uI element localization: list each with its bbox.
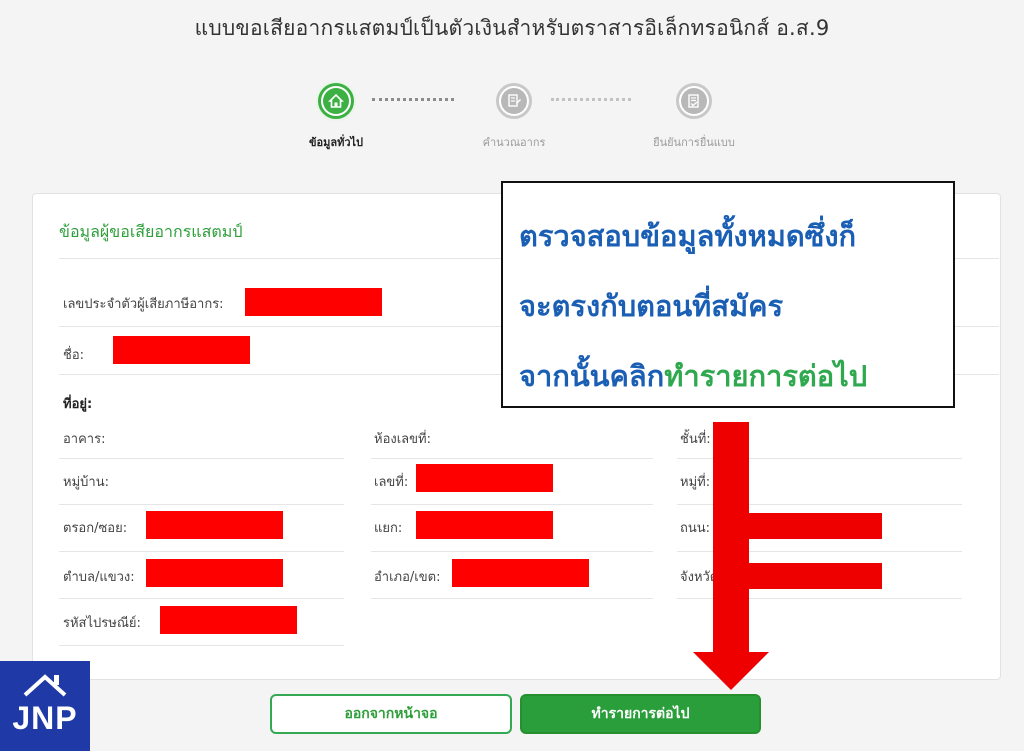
district-label: อำเภอ/เขต: — [374, 570, 441, 585]
step-connector — [372, 98, 454, 103]
progress-stepper: ข้อมูลทั่วไป คำนวณอากร ยืนยันการยื่นแบบ — [0, 0, 1024, 160]
step-connector — [551, 98, 631, 103]
calculator-document-icon — [501, 88, 527, 114]
divider — [59, 645, 344, 646]
callout-line-3: จากนั้นคลิกทำรายการต่อไป — [519, 341, 939, 411]
subdistrict-label: ตำบล/แขวง: — [63, 570, 135, 585]
redacted-name — [113, 336, 250, 364]
house-roof-icon — [23, 674, 67, 697]
home-icon — [323, 88, 349, 114]
redacted-junction — [416, 511, 553, 539]
divider — [371, 551, 653, 552]
step-general-info[interactable] — [318, 83, 354, 119]
redacted-district — [452, 559, 589, 587]
jnp-logo: JNP — [0, 661, 90, 751]
section-title: ข้อมูลผู้ขอเสียอากรแสตมป์ — [59, 222, 243, 241]
postcode-label: รหัสไปรษณีย์: — [63, 616, 141, 631]
redacted-house-no — [416, 464, 553, 492]
redacted-province — [749, 563, 882, 589]
confirm-document-icon — [681, 88, 707, 114]
divider — [59, 598, 344, 599]
village-label: หมู่บ้าน: — [63, 475, 109, 490]
house-no-label: เลขที่: — [374, 475, 409, 490]
tax-id-label: เลขประจำตัวผู้เสียภาษีอากร: — [63, 297, 224, 312]
road-label: ถนน: — [680, 521, 711, 536]
callout-line-1: ตรวจสอบข้อมูลทั้งหมดซึ่งก็ — [519, 219, 857, 253]
building-label: อาคาร: — [63, 432, 106, 447]
address-heading: ที่อยู่: — [63, 397, 93, 412]
divider — [371, 504, 653, 505]
redacted-subdistrict — [146, 559, 283, 587]
alley-label: ตรอก/ซอย: — [63, 521, 128, 536]
step-label-confirm-filing: ยืนยันการยื่นแบบ — [653, 136, 735, 149]
next-button[interactable]: ทำรายการต่อไป — [520, 694, 761, 734]
redacted-road — [749, 513, 882, 539]
logo-text: JNP — [12, 700, 78, 736]
annotation-arrow — [713, 422, 749, 662]
floor-label: ชั้นที่: — [680, 432, 711, 447]
divider — [371, 598, 653, 599]
step-calculate-duty[interactable] — [496, 83, 532, 119]
room-label: ห้องเลขที่: — [374, 432, 431, 447]
redacted-alley — [146, 511, 283, 539]
divider — [59, 504, 344, 505]
divider — [371, 458, 653, 459]
junction-label: แยก: — [374, 521, 403, 536]
divider — [59, 458, 344, 459]
step-confirm-filing[interactable] — [676, 83, 712, 119]
callout-line-3-action: ทำรายการต่อไป — [664, 359, 868, 393]
annotation-arrow-head — [693, 652, 769, 690]
redacted-postcode — [160, 606, 297, 634]
callout-line-3-prefix: จากนั้นคลิก — [519, 359, 665, 393]
moo-label: หมู่ที่: — [680, 475, 711, 490]
divider — [59, 551, 344, 552]
name-label: ชื่อ: — [63, 348, 85, 363]
step-label-calculate-duty: คำนวณอากร — [482, 136, 546, 149]
step-label-general-info: ข้อมูลทั่วไป — [308, 136, 364, 149]
exit-button[interactable]: ออกจากหน้าจอ — [270, 694, 512, 734]
redacted-tax-id — [245, 288, 382, 316]
callout-line-2: จะตรงกับตอนที่สมัคร — [519, 289, 784, 323]
instruction-callout: ตรวจสอบข้อมูลทั้งหมดซึ่งก็ จะตรงกับตอนที… — [501, 181, 955, 408]
